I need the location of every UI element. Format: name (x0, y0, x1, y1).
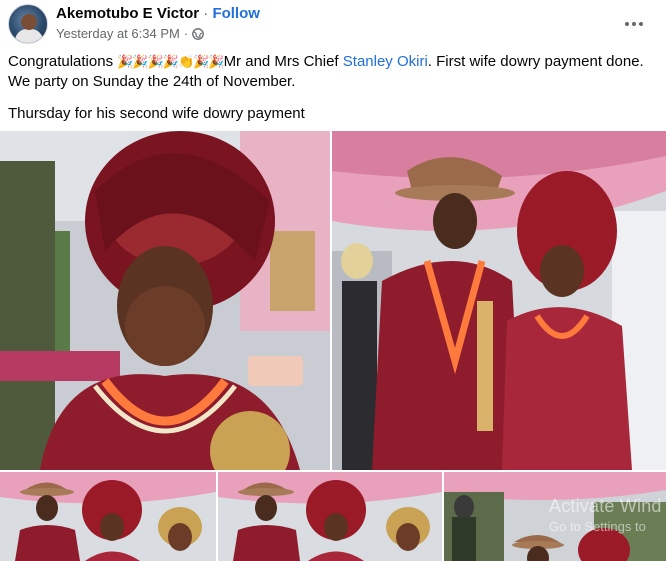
meta-dot: · (183, 26, 189, 41)
congrats-text: Congratulations (8, 53, 114, 70)
post-timestamp[interactable]: Yesterday at 6:34 PM (56, 26, 180, 41)
activation-watermark-subtitle: Go to Settings to (549, 519, 646, 534)
globe-icon (192, 27, 205, 40)
text-segment: Mr and Mrs Chief (223, 53, 343, 70)
author-line: Akemotubo E Victor · Follow (56, 5, 260, 22)
photo-thumb-couple-2[interactable] (218, 472, 442, 561)
photo-bride-closeup[interactable] (0, 131, 330, 470)
author-name[interactable]: Akemotubo E Victor (56, 5, 199, 22)
photo-couple-standing[interactable] (332, 131, 666, 470)
post-paragraph-2: Thursday for his second wife dowry payme… (8, 105, 305, 122)
author-avatar[interactable] (8, 4, 48, 44)
celebration-emoji: 🎉🎉🎉🎉👏🎉🎉 (117, 54, 224, 69)
activation-watermark-title: Activate Wind (549, 496, 662, 516)
follow-button[interactable]: Follow (212, 5, 260, 22)
separator-dot: · (203, 5, 209, 22)
post-meta: Yesterday at 6:34 PM · (56, 26, 205, 41)
mention-link[interactable]: Stanley Okiri (343, 53, 428, 70)
post-header: Akemotubo E Victor · Follow Yesterday at… (0, 0, 666, 48)
more-options-icon[interactable] (622, 12, 646, 36)
photo-thumb-couple-1[interactable] (0, 472, 216, 561)
post-text: Congratulations 🎉🎉🎉🎉👏🎉🎉Mr and Mrs Chief … (8, 52, 648, 136)
post-paragraph-1: Congratulations 🎉🎉🎉🎉👏🎉🎉Mr and Mrs Chief … (8, 52, 648, 92)
